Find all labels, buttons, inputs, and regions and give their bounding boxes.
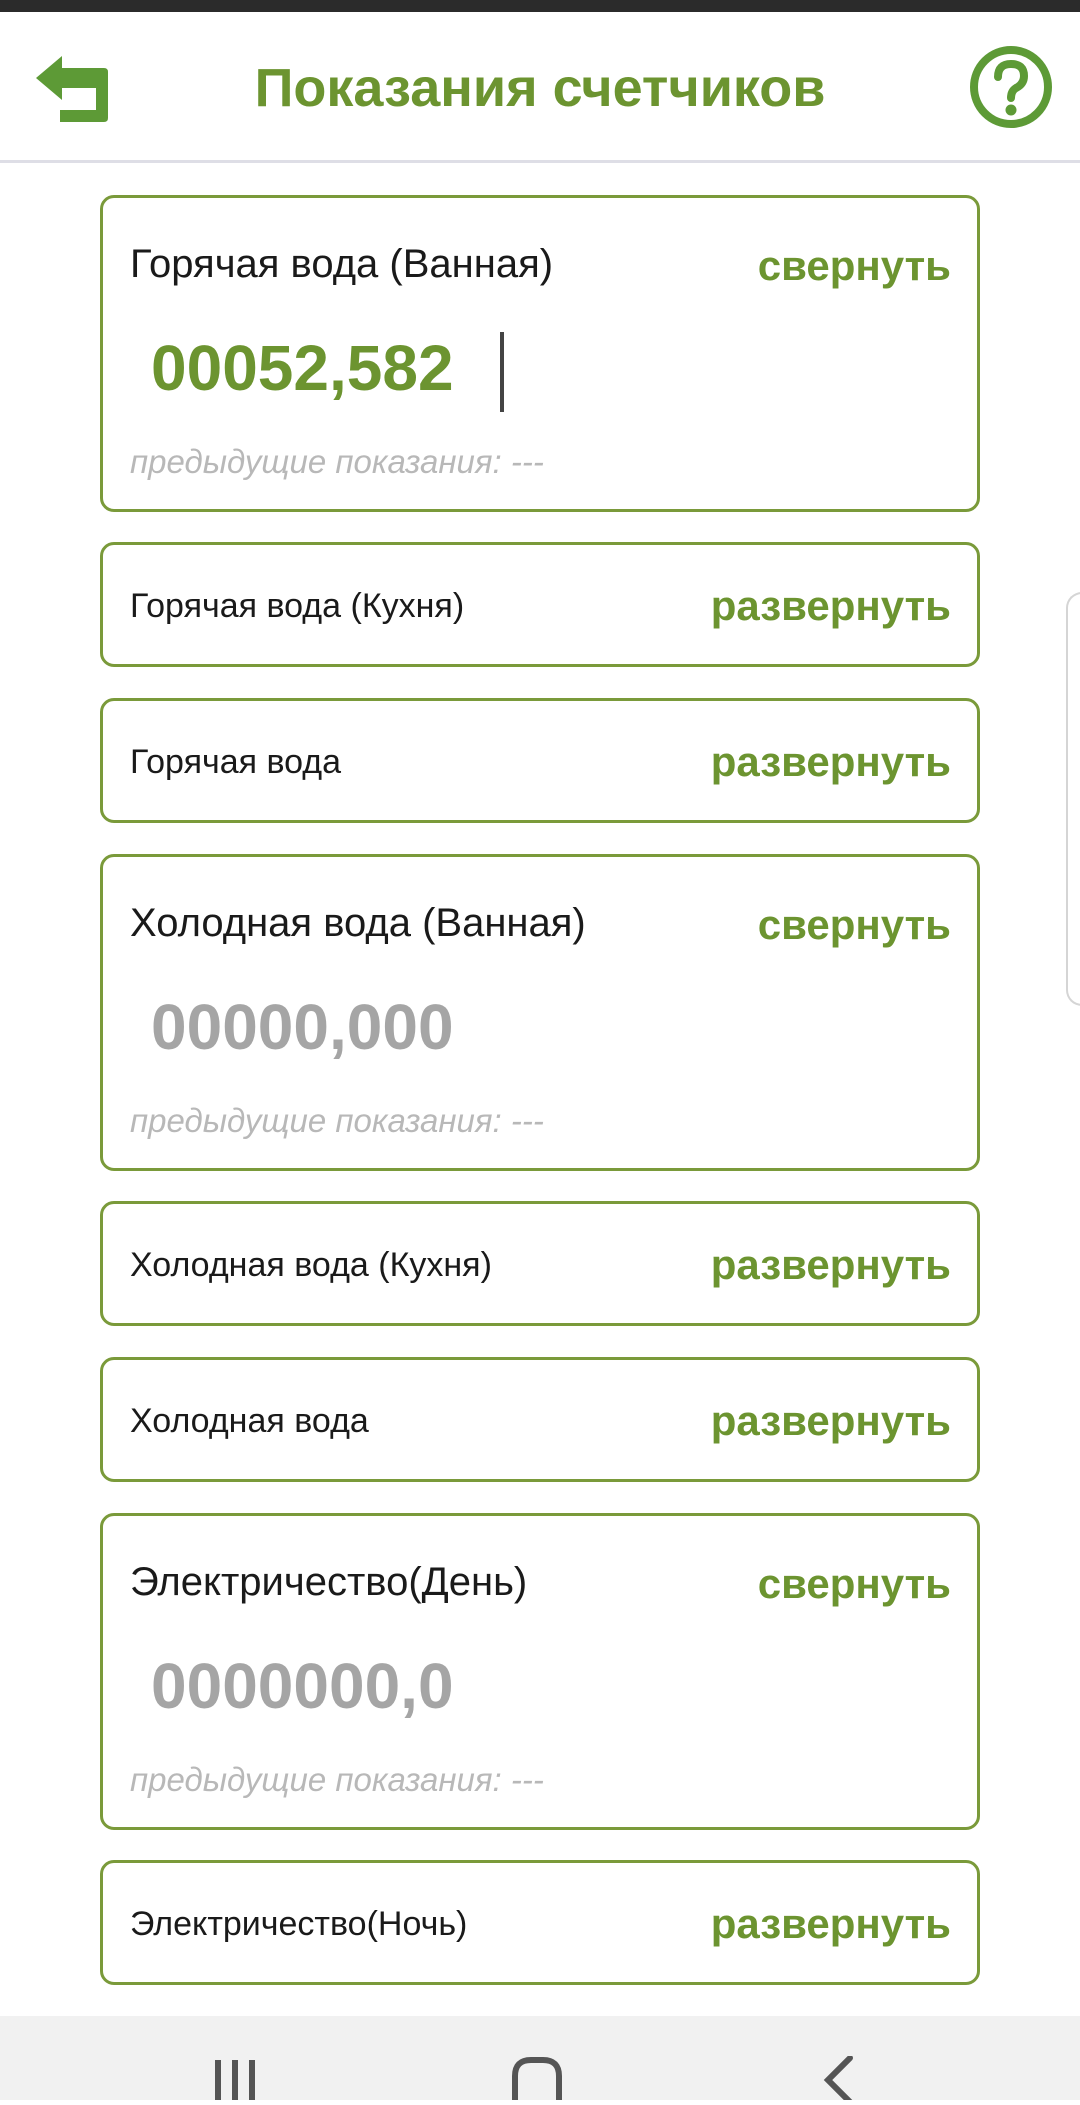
collapse-button[interactable]: свернуть	[758, 242, 951, 290]
edge-panel-handle[interactable]	[1066, 592, 1080, 1006]
expand-button[interactable]: развернуть	[711, 1204, 951, 1323]
help-button[interactable]	[968, 44, 1054, 130]
recents-button[interactable]	[212, 2056, 258, 2105]
meter-value-text: 00000,000	[151, 991, 454, 1063]
text-cursor	[500, 332, 504, 412]
back-button[interactable]	[26, 50, 114, 130]
meter-card-hot-water: Горячая вода развернуть	[100, 698, 980, 823]
collapse-button[interactable]: свернуть	[758, 1560, 951, 1608]
back-arrow-icon	[36, 56, 108, 122]
previous-reading: предыдущие показания: ---	[130, 443, 544, 480]
meter-name: Горячая вода (Ванная)	[130, 242, 554, 286]
meter-name: Горячая вода (Кухня)	[130, 587, 465, 625]
meter-card-cold-water: Холодная вода развернуть	[100, 1357, 980, 1482]
recents-icon	[215, 2060, 255, 2100]
previous-reading: предыдущие показания: ---	[130, 1102, 544, 1139]
previous-reading: предыдущие показания: ---	[130, 1761, 544, 1798]
meter-card-hot-water-bathroom: Горячая вода (Ванная) свернуть 00052,582…	[100, 195, 980, 512]
app-header: Показания счетчиков	[0, 12, 1080, 163]
expand-button[interactable]: развернуть	[711, 701, 951, 820]
meter-name: Холодная вода (Кухня)	[130, 1246, 492, 1284]
meter-name: Электричество(День)	[130, 1560, 528, 1604]
meter-name: Горячая вода	[130, 743, 342, 781]
nav-back-button[interactable]	[820, 2055, 856, 2105]
meter-name: Электричество(Ночь)	[130, 1905, 468, 1943]
meter-card-hot-water-kitchen: Горячая вода (Кухня) развернуть	[100, 542, 980, 667]
meter-name: Холодная вода	[130, 1402, 369, 1440]
meter-name: Холодная вода (Ванная)	[130, 901, 586, 945]
meter-value-text: 00052,582	[151, 332, 454, 404]
meter-value-text: 0000000,0	[151, 1650, 454, 1722]
system-navigation-bar	[0, 2016, 1080, 2105]
expand-button[interactable]: развернуть	[711, 545, 951, 664]
meter-card-electricity-night: Электричество(Ночь) развернуть	[100, 1860, 980, 1985]
expand-button[interactable]: развернуть	[711, 1360, 951, 1479]
meter-value-input[interactable]: 00000,000	[151, 985, 671, 1069]
meter-card-cold-water-kitchen: Холодная вода (Кухня) развернуть	[100, 1201, 980, 1326]
collapse-button[interactable]: свернуть	[758, 901, 951, 949]
expand-button[interactable]: развернуть	[711, 1863, 951, 1982]
home-icon	[512, 2057, 562, 2100]
status-bar	[0, 0, 1080, 12]
nav-back-icon	[823, 2055, 853, 2105]
home-button[interactable]	[511, 2056, 563, 2105]
meter-value-input[interactable]: 00052,582	[151, 326, 671, 412]
page-title: Показания счетчиков	[254, 58, 826, 118]
help-circle-icon	[970, 46, 1052, 128]
meter-card-cold-water-bathroom: Холодная вода (Ванная) свернуть 00000,00…	[100, 854, 980, 1171]
meter-value-input[interactable]: 0000000,0	[151, 1644, 671, 1728]
meter-card-electricity-day: Электричество(День) свернуть 0000000,0 п…	[100, 1513, 980, 1830]
